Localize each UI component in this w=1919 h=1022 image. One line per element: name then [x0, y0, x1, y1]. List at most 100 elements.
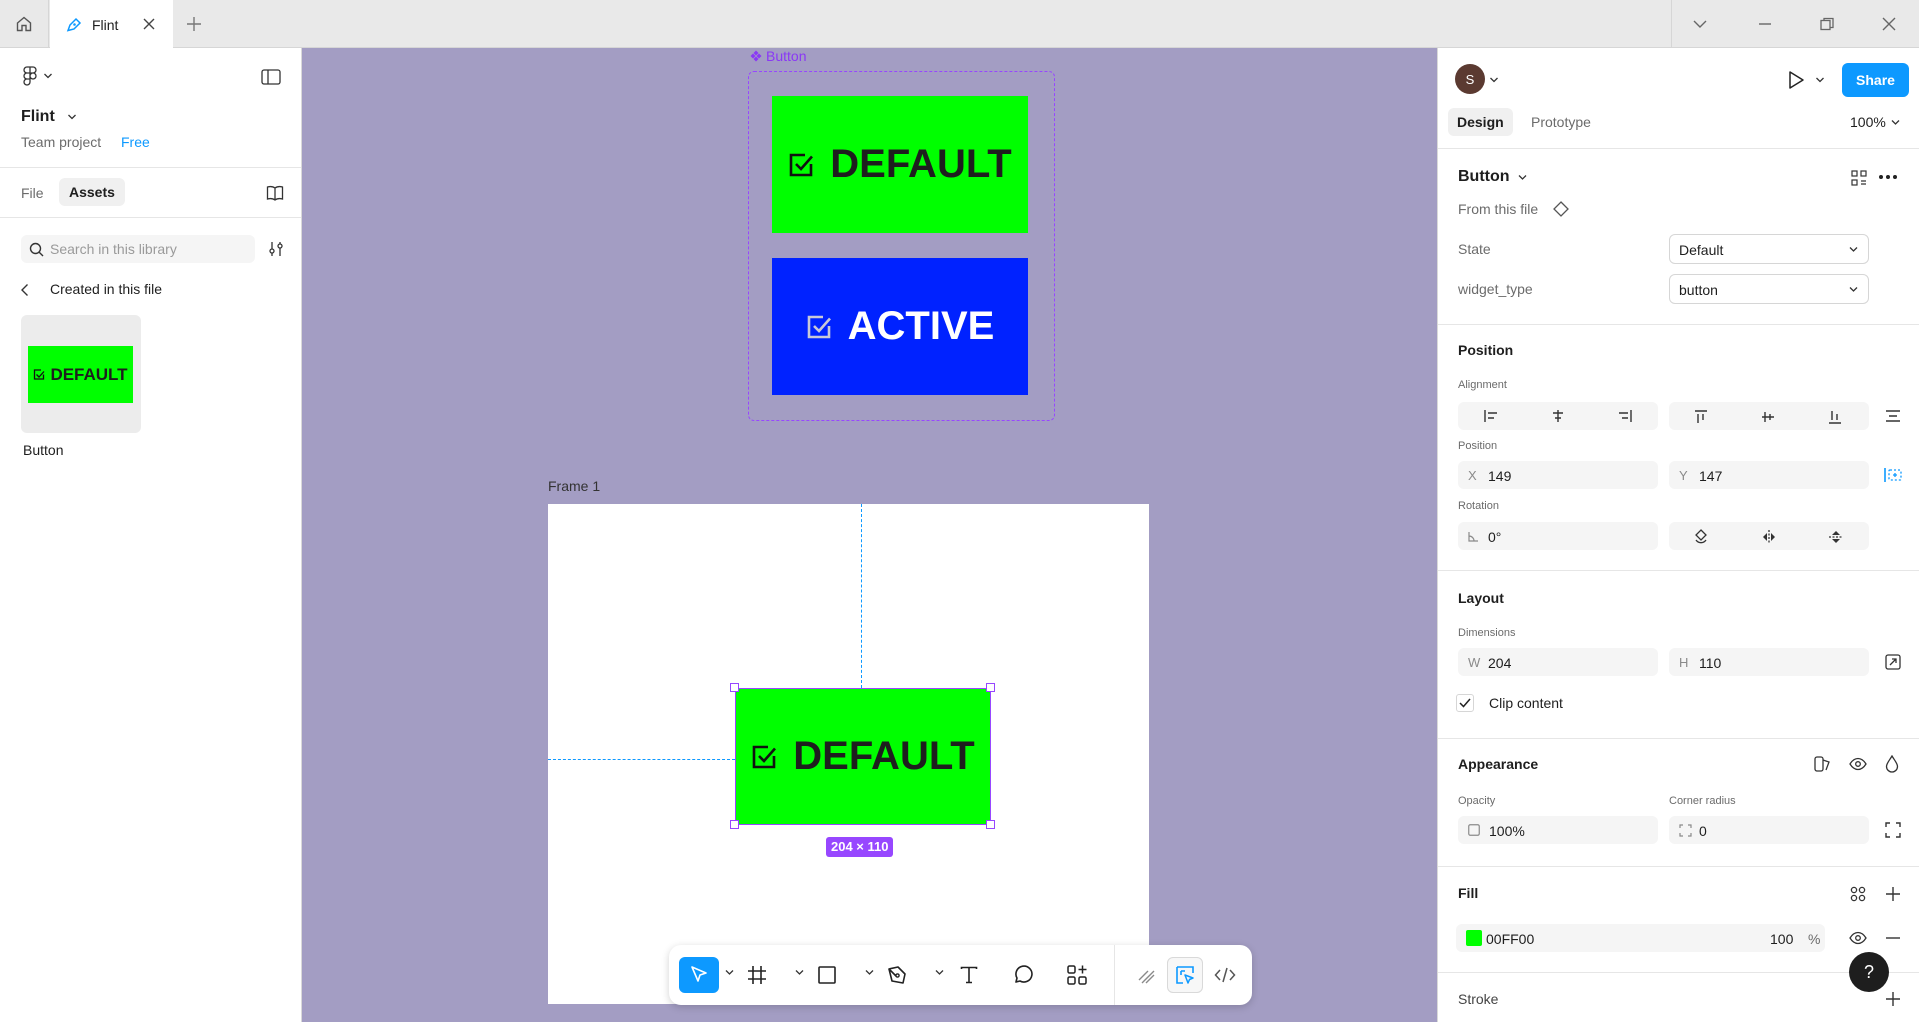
project-title[interactable]: Flint: [21, 108, 77, 126]
opacity-label: Opacity: [1458, 795, 1496, 807]
design-mode-toggle[interactable]: [1167, 957, 1203, 993]
align-top-icon[interactable]: [1694, 409, 1708, 425]
asset-thumbnail[interactable]: DEFAULT: [21, 315, 141, 433]
resize-handle-top-left[interactable]: [730, 683, 739, 692]
flip-horizontal-icon[interactable]: [1761, 529, 1777, 545]
y-field[interactable]: Y 147: [1669, 461, 1869, 489]
play-icon[interactable]: [1787, 70, 1805, 90]
distribute-icon[interactable]: [1885, 409, 1901, 423]
component-set-label[interactable]: Button: [750, 48, 806, 64]
eye-icon[interactable]: [1849, 931, 1867, 945]
chevron-down-icon[interactable]: [865, 969, 874, 976]
plus-icon[interactable]: [184, 14, 204, 34]
design-mode-icon: [1176, 966, 1194, 984]
independent-corners-icon[interactable]: [1885, 822, 1901, 838]
back-chevron-icon[interactable]: [20, 283, 30, 297]
variable-mode-icon[interactable]: [1814, 756, 1832, 772]
main-menu-button[interactable]: [21, 66, 53, 86]
resize-handle-bottom-left[interactable]: [730, 820, 739, 829]
asset-preview-text: DEFAULT: [50, 364, 128, 384]
chevron-down-icon[interactable]: [1692, 17, 1708, 31]
align-middle-icon[interactable]: [1761, 409, 1775, 425]
file-tab[interactable]: Flint: [50, 0, 173, 49]
variant-active[interactable]: ACTIVE: [772, 258, 1028, 395]
fill-color-swatch[interactable]: [1466, 930, 1482, 946]
chevron-down-icon[interactable]: [725, 969, 734, 976]
restore-icon[interactable]: [1819, 17, 1835, 31]
widget-type-select[interactable]: button: [1669, 274, 1869, 304]
rotate-icon[interactable]: [1694, 529, 1708, 545]
styles-grid-icon[interactable]: [1850, 886, 1866, 902]
dev-mode-toggle[interactable]: [1205, 957, 1245, 993]
share-button[interactable]: Share: [1842, 63, 1909, 97]
chevron-down-icon: [1518, 174, 1526, 180]
home-button[interactable]: [0, 0, 49, 48]
minimize-icon[interactable]: [1757, 17, 1773, 31]
rectangle-tool[interactable]: [807, 957, 847, 993]
opacity-field[interactable]: 100%: [1458, 816, 1658, 844]
checkbox-icon: [789, 153, 814, 176]
component-grid-icon[interactable]: [1851, 170, 1867, 186]
more-options-icon[interactable]: [1878, 174, 1898, 180]
resize-handle-top-right[interactable]: [986, 683, 995, 692]
move-tool[interactable]: [679, 957, 719, 993]
clip-content-checkbox[interactable]: [1456, 694, 1474, 712]
comment-tool[interactable]: [1003, 957, 1043, 993]
draw-tool[interactable]: [1127, 957, 1167, 993]
x-field[interactable]: X 149: [1458, 461, 1658, 489]
constraints-icon[interactable]: [1884, 467, 1902, 483]
chevron-down-icon: [1849, 247, 1858, 252]
plus-icon[interactable]: [1885, 886, 1901, 902]
fill-row[interactable]: 00FF00 100 %: [1456, 924, 1825, 952]
resize-to-fit-icon[interactable]: [1885, 654, 1901, 670]
plus-icon[interactable]: [1885, 991, 1901, 1007]
frame-label[interactable]: Frame 1: [548, 478, 600, 494]
corner-radius-field[interactable]: 0: [1669, 816, 1869, 844]
blend-drop-icon[interactable]: [1885, 755, 1899, 773]
state-select[interactable]: Default: [1669, 234, 1869, 264]
component-name-button[interactable]: Button: [1458, 168, 1527, 186]
filter-settings-icon[interactable]: [268, 241, 284, 257]
button-instance[interactable]: DEFAULT: [735, 688, 991, 825]
resize-handle-bottom-right[interactable]: [986, 820, 995, 829]
avatar[interactable]: S: [1455, 64, 1485, 94]
flip-vertical-icon[interactable]: [1828, 529, 1844, 545]
tab-design[interactable]: Design: [1448, 108, 1513, 136]
frame-tool[interactable]: [737, 957, 777, 993]
help-button[interactable]: ?: [1849, 952, 1889, 992]
variant-default[interactable]: DEFAULT: [772, 96, 1028, 233]
chevron-down-icon[interactable]: [795, 969, 804, 976]
align-center-h-icon[interactable]: [1550, 409, 1566, 423]
component-diamond-icon[interactable]: [1553, 201, 1569, 217]
close-icon[interactable]: [141, 16, 157, 32]
fill-opacity[interactable]: 100: [1770, 931, 1793, 947]
rotation-field[interactable]: 0°: [1458, 522, 1658, 550]
align-bottom-icon[interactable]: [1828, 409, 1842, 425]
height-field[interactable]: H 110: [1669, 648, 1869, 676]
align-left-icon[interactable]: [1483, 409, 1499, 423]
tab-file[interactable]: File: [21, 185, 44, 201]
chevron-down-icon[interactable]: [1815, 76, 1825, 84]
tab-prototype[interactable]: Prototype: [1531, 114, 1591, 130]
window-close-icon[interactable]: [1881, 17, 1897, 31]
text-tool[interactable]: [949, 957, 989, 993]
corner-radius-label: Corner radius: [1669, 795, 1736, 807]
canvas[interactable]: Button DEFAULT ACTIVE Frame 1 DEFAULT 20…: [302, 48, 1437, 1022]
tab-assets[interactable]: Assets: [59, 178, 125, 206]
plan-badge[interactable]: Free: [121, 134, 150, 150]
sidebar-toggle-icon[interactable]: [261, 69, 281, 85]
fill-hex[interactable]: 00FF00: [1486, 931, 1534, 947]
search-box[interactable]: [21, 235, 255, 263]
divider: [1438, 972, 1919, 973]
pen-tool[interactable]: [877, 957, 917, 993]
library-book-icon[interactable]: [266, 185, 284, 201]
eye-icon[interactable]: [1849, 757, 1867, 771]
align-right-icon[interactable]: [1617, 409, 1633, 423]
minus-icon[interactable]: [1885, 937, 1901, 939]
zoom-control[interactable]: 100%: [1850, 114, 1900, 130]
chevron-down-icon[interactable]: [935, 969, 944, 976]
width-field[interactable]: W 204: [1458, 648, 1658, 676]
search-input[interactable]: [50, 235, 250, 263]
actions-tool[interactable]: [1057, 957, 1097, 993]
chevron-down-icon[interactable]: [1489, 76, 1499, 84]
